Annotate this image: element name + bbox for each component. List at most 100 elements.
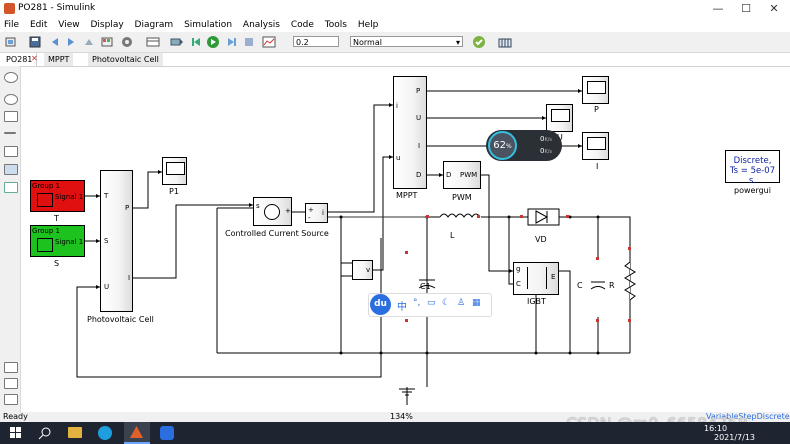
hide-browser-icon[interactable] (4, 72, 18, 83)
voltage-measurement-block[interactable]: v (352, 260, 373, 280)
up-icon[interactable] (82, 35, 96, 49)
fit-view-icon[interactable] (4, 111, 18, 122)
igbt-c-label: C (516, 280, 521, 288)
ime-chinese-mode[interactable]: 中 (397, 298, 407, 313)
annotation-icon[interactable] (4, 146, 18, 157)
menu-display[interactable]: Display (86, 18, 127, 32)
diode-symbol (527, 208, 560, 226)
signal-builder-t[interactable]: Group 1 Signal 1 (30, 180, 85, 212)
ime-toolbar[interactable]: du 中 °, ▭ ☾ ♙ ▦ (368, 293, 492, 317)
simulation-mode-select[interactable]: Normal ▾ (350, 36, 463, 47)
run-icon[interactable] (206, 35, 220, 49)
property-inspector-icon[interactable] (4, 362, 18, 373)
area-icon[interactable] (4, 182, 18, 193)
ime-grid-icon[interactable]: ▦ (472, 298, 481, 308)
block-label-igbt: IGBT (527, 297, 546, 306)
ime-night-mode-icon[interactable]: ☾ (442, 298, 450, 308)
step-forward-icon[interactable] (224, 35, 238, 49)
settings-gear-icon[interactable] (120, 35, 134, 49)
file-explorer-icon[interactable] (68, 427, 82, 438)
scope-viewer-icon[interactable] (262, 35, 276, 49)
menu-diagram[interactable]: Diagram (131, 18, 178, 32)
model-browser-icon[interactable] (4, 394, 18, 405)
library-icon[interactable] (100, 35, 114, 49)
build-icon[interactable] (498, 35, 512, 49)
scope-p[interactable] (582, 76, 609, 104)
menu-analysis[interactable]: Analysis (239, 18, 284, 32)
back-icon[interactable] (48, 35, 62, 49)
port-u: U (104, 283, 110, 291)
new-model-icon[interactable] (4, 35, 18, 49)
network-speed-widget[interactable]: 62% 0K/s 0K/s (486, 130, 562, 161)
ime-logo[interactable]: du (370, 294, 391, 315)
scope-i[interactable] (582, 132, 609, 160)
scope-u[interactable] (546, 104, 573, 132)
forward-icon[interactable] (64, 35, 78, 49)
image-icon[interactable] (4, 164, 18, 175)
title-bar: PO281 - Simulink — ☐ ✕ (0, 0, 790, 19)
mppt-in-u: u (396, 154, 401, 162)
close-button[interactable]: ✕ (760, 1, 788, 16)
scope-screen-icon (587, 137, 606, 150)
controlled-current-source-block[interactable]: s + (253, 197, 292, 226)
menu-file[interactable]: File (0, 18, 23, 32)
photovoltaic-cell-block[interactable]: T S U P I (100, 170, 133, 312)
model-advisor-icon[interactable] (472, 35, 486, 49)
block-label-photovoltaic-cell: Photovoltaic Cell (87, 315, 154, 324)
menu-help[interactable]: Help (354, 18, 383, 32)
block-label-ccs: Controlled Current Source (225, 229, 329, 238)
ime-keyboard-icon[interactable]: ▭ (427, 298, 436, 308)
mppt-block[interactable]: i u P U I D (393, 76, 427, 189)
menu-simulation[interactable]: Simulation (180, 18, 236, 32)
igbt-block[interactable]: g C E (513, 262, 559, 295)
port-p: P (125, 204, 130, 212)
scope-p1[interactable] (162, 157, 187, 185)
model-data-icon[interactable] (4, 378, 18, 389)
save-icon[interactable] (28, 35, 42, 49)
group-label-s: Group 1 (32, 227, 60, 235)
menu-code[interactable]: Code (287, 18, 318, 32)
signal-builder-s[interactable]: Group 1 Signal 1 (30, 225, 85, 257)
pwm-block[interactable]: D PWM (443, 161, 481, 189)
model-explorer-icon[interactable] (146, 35, 160, 49)
step-backward-icon[interactable] (190, 35, 204, 49)
port-t: T (104, 192, 109, 200)
maximize-button[interactable]: ☐ (732, 1, 760, 16)
step-back-icon[interactable] (170, 35, 184, 49)
window-title: PO281 - Simulink (18, 3, 96, 13)
im-minus-label: - (308, 214, 311, 222)
powergui-block[interactable]: Discrete, Ts = 5e-07 s. (725, 150, 780, 186)
block-label-i: I (596, 162, 599, 171)
menu-tools[interactable]: Tools (321, 18, 351, 32)
current-measurement-block[interactable]: + - i (305, 203, 328, 223)
arrow-icon[interactable] (4, 132, 16, 134)
windows-start-icon[interactable] (10, 427, 22, 439)
stop-icon[interactable] (242, 35, 256, 49)
chevron-down-icon: ▾ (455, 38, 460, 47)
clock-date[interactable]: 2021/7/13 (714, 433, 755, 442)
clock-time[interactable]: 16:10 (704, 424, 727, 433)
block-label-powergui: powergui (734, 186, 771, 195)
ime-punctuation-icon[interactable]: °, (413, 298, 420, 308)
ime-user-icon[interactable]: ♙ (457, 298, 465, 308)
menu-view[interactable]: View (54, 18, 83, 32)
menu-edit[interactable]: Edit (26, 18, 51, 32)
search-icon[interactable] (38, 426, 52, 440)
zoom-in-icon[interactable] (4, 94, 18, 105)
app-icon[interactable] (160, 426, 174, 440)
signal-plot-icon (37, 193, 53, 207)
model-canvas[interactable]: Group 1 Signal 1 T Group 1 Signal 1 S T … (21, 67, 790, 412)
block-label-mppt: MPPT (396, 191, 418, 200)
minimize-button[interactable]: — (704, 1, 732, 16)
stop-time-input[interactable]: 0.2 (293, 36, 339, 47)
group-label-t: Group 1 (32, 182, 60, 190)
browser-icon[interactable] (98, 426, 112, 440)
port-plus-label: + (285, 207, 291, 215)
port-s: S (104, 237, 109, 245)
tab-photovoltaic-cell[interactable]: Photovoltaic Cell (88, 53, 163, 66)
matlab-taskbar-button[interactable] (124, 422, 150, 444)
scope-screen-icon (166, 162, 185, 175)
tab-mppt[interactable]: MPPT (44, 53, 74, 66)
tab-close-icon[interactable]: ✕ (31, 54, 38, 63)
pwm-out-label: PWM (460, 171, 478, 179)
